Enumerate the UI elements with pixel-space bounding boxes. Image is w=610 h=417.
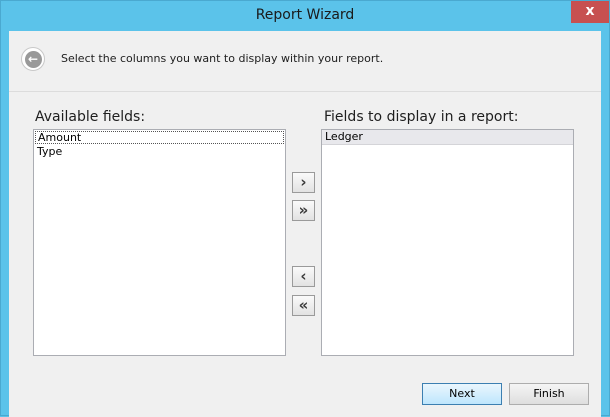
wizard-header: ← Select the columns you want to display… bbox=[9, 31, 601, 91]
wizard-client-area: ← Select the columns you want to display… bbox=[9, 31, 601, 417]
chevron-right-icon: › bbox=[300, 173, 307, 191]
add-field-button[interactable]: › bbox=[292, 172, 315, 193]
back-button[interactable]: ← bbox=[21, 47, 45, 71]
close-button[interactable]: x bbox=[571, 1, 609, 23]
list-item-type[interactable]: Type bbox=[34, 145, 285, 160]
list-item-ledger[interactable]: Ledger bbox=[322, 130, 573, 145]
add-all-fields-button[interactable]: » bbox=[292, 200, 315, 221]
display-fields-label: Fields to display in a report: bbox=[324, 109, 519, 125]
report-wizard-window: Report Wizard x ← Select the columns you… bbox=[0, 0, 610, 417]
window-title: Report Wizard bbox=[255, 7, 355, 23]
arrow-left-icon: ← bbox=[24, 50, 42, 68]
header-divider bbox=[9, 91, 601, 92]
chevron-left-icon: ‹ bbox=[300, 267, 307, 285]
double-chevron-right-icon: » bbox=[298, 201, 309, 219]
next-button[interactable]: Next bbox=[422, 383, 502, 405]
finish-button[interactable]: Finish bbox=[509, 383, 589, 405]
list-item-amount[interactable]: Amount bbox=[35, 131, 284, 144]
display-fields-list[interactable]: Ledger bbox=[321, 129, 574, 356]
instruction-text: Select the columns you want to display w… bbox=[61, 52, 384, 65]
available-fields-list[interactable]: Amount Type bbox=[33, 129, 286, 356]
remove-all-fields-button[interactable]: « bbox=[292, 295, 315, 316]
close-icon: x bbox=[585, 3, 595, 19]
available-fields-label: Available fields: bbox=[35, 109, 146, 125]
remove-field-button[interactable]: ‹ bbox=[292, 266, 315, 287]
double-chevron-left-icon: « bbox=[298, 296, 309, 314]
title-bar[interactable]: Report Wizard x bbox=[1, 1, 609, 31]
